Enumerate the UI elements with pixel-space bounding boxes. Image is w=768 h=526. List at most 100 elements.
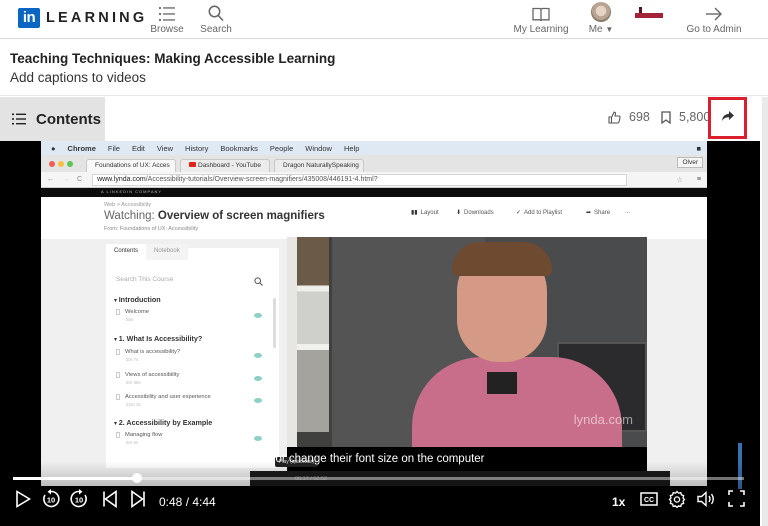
add-playlist-label: Add to Playlist	[524, 209, 563, 216]
avatar	[591, 0, 611, 22]
org-logo[interactable]	[634, 0, 664, 39]
eye-icon	[254, 353, 262, 358]
panel-tabs: Contents Notebook	[106, 244, 188, 260]
rewind-10-icon: 10	[41, 488, 61, 514]
lesson-item: Accessibility and user experience 12m 3s	[116, 394, 211, 407]
nav-my-learning[interactable]: My Learning	[512, 0, 570, 39]
url-path: /Accessibility-tutorials/Overview-screen…	[145, 175, 378, 183]
svg-text:CC: CC	[644, 497, 654, 504]
eye-icon	[254, 313, 262, 318]
menu-history: History	[185, 143, 209, 153]
fullscreen-button[interactable]	[725, 490, 747, 512]
time-display: 0:48 / 4:44	[159, 495, 216, 509]
apple-icon: ●	[51, 143, 56, 153]
volume-button[interactable]	[696, 490, 718, 512]
share-arrow-icon	[721, 109, 735, 127]
camera-icon: ■	[696, 143, 701, 153]
menu-help: Help	[343, 143, 360, 153]
lynda-watermark: lynda.com	[573, 412, 633, 427]
next-video-button[interactable]	[127, 489, 149, 513]
bookmark-icon	[661, 110, 671, 124]
lesson-duration: 55s	[126, 317, 134, 322]
instructor-hair	[452, 242, 552, 276]
strip-text: A LINKEDIN COMPANY	[101, 189, 163, 194]
logo-text: LEARNING	[46, 10, 148, 26]
watching-prefix: Watching:	[104, 210, 158, 222]
course-header: Teaching Techniques: Making Accessible L…	[0, 40, 768, 96]
downloads-label: Downloads	[464, 209, 494, 216]
progress-handle[interactable]	[131, 473, 142, 483]
nav-browse-label: Browse	[150, 24, 184, 35]
video-player[interactable]: ● Chrome File Edit View History Bookmark…	[0, 141, 760, 526]
panel-scrollbar	[273, 298, 276, 348]
nav-go-to-admin[interactable]: Go to Admin	[683, 0, 745, 39]
captions-button[interactable]: CC	[638, 490, 660, 512]
cc-icon: CC	[640, 491, 658, 511]
course-contents-panel: Contents Notebook Search This Course Int…	[106, 244, 279, 468]
menu-window: Window	[305, 143, 332, 153]
eye-icon	[254, 436, 262, 441]
search-icon	[208, 0, 224, 22]
contents-button[interactable]: Contents	[0, 97, 105, 141]
forward-10-button[interactable]: 10	[68, 488, 90, 512]
youtube-icon	[189, 162, 196, 167]
check-icon: ✓	[516, 210, 522, 216]
browser-tab: Dashboard - YouTube	[180, 159, 270, 172]
url-field: www.lynda.com/Accessibility-tutorials/Ov…	[92, 173, 627, 186]
share-label: Share	[594, 209, 611, 216]
browser-tab-label: Dashboard - YouTube	[198, 162, 262, 169]
playback-speed-button[interactable]: 1x	[612, 495, 625, 509]
url-host: www.lynda.com	[97, 175, 146, 183]
lesson-duration: 5m 38s	[126, 380, 141, 385]
book-icon	[532, 0, 550, 22]
previous-video-button[interactable]	[99, 489, 121, 513]
save-button[interactable]: 5,800	[661, 110, 710, 124]
settings-button[interactable]	[666, 490, 688, 512]
lynda-layout: ▮▮ Layout	[411, 209, 439, 217]
lesson-item: What is accessibility? 3m 7s	[116, 349, 180, 362]
share-button[interactable]	[708, 97, 747, 139]
list-icon	[12, 113, 26, 125]
panel-search: Search This Course	[116, 276, 174, 283]
browser-tabs: Foundations of UX: Acces Dashboard - You…	[41, 155, 707, 172]
menu-icon: ≡	[696, 176, 701, 183]
lesson-duration: 3m 7s	[126, 357, 139, 362]
play-button[interactable]	[12, 489, 34, 512]
menu-view: View	[156, 143, 174, 153]
volume-icon	[697, 490, 717, 512]
linkedin-learning-logo[interactable]: in LEARNING	[18, 8, 147, 28]
like-button[interactable]: 698	[608, 110, 650, 124]
forward-icon: →	[62, 176, 69, 183]
skip-previous-icon	[102, 489, 118, 513]
rewind-seconds: 10	[47, 495, 55, 504]
rewind-10-button[interactable]: 10	[40, 488, 62, 514]
menu-bookmarks: Bookmarks	[220, 143, 258, 153]
save-count: 5,800	[679, 110, 711, 124]
video-screen-capture: ● Chrome File Edit View History Bookmark…	[41, 141, 742, 489]
section-title: 1. What Is Accessibility?	[114, 334, 203, 343]
instructor-shirt	[412, 357, 622, 447]
nav-me-label: Me	[588, 24, 603, 35]
lesson-title: Managing flow	[125, 432, 163, 438]
nav-my-learning-label: My Learning	[513, 24, 569, 35]
linkedin-logo-box: in	[18, 8, 40, 28]
nav-browse[interactable]: Browse	[150, 0, 184, 39]
browser-tab: Foundations of UX: Acces	[86, 159, 176, 172]
star-icon: ☆	[676, 176, 683, 184]
organization-logo-icon	[635, 7, 663, 21]
skip-next-icon	[130, 489, 146, 513]
nav-search[interactable]: Search	[199, 0, 233, 39]
thumbs-up-icon	[608, 111, 621, 124]
menu-chrome: Chrome	[67, 143, 96, 153]
contents-label: Contents	[36, 110, 101, 128]
lesson-title: Views of accessibility	[125, 372, 180, 378]
progress-bar[interactable]	[13, 473, 744, 483]
page-scrollbar[interactable]	[762, 97, 768, 526]
lynda-from: From: Foundations of UX: Accessibility	[104, 226, 199, 232]
reload-icon: C	[77, 176, 83, 183]
panel-tab-notebook: Notebook	[146, 244, 188, 260]
browser-tab: Dragon NaturallySpeaking	[274, 159, 364, 172]
list-icon	[158, 0, 176, 22]
nav-me[interactable]: Me ▼	[584, 0, 618, 39]
course-title[interactable]: Teaching Techniques: Making Accessible L…	[10, 51, 335, 66]
